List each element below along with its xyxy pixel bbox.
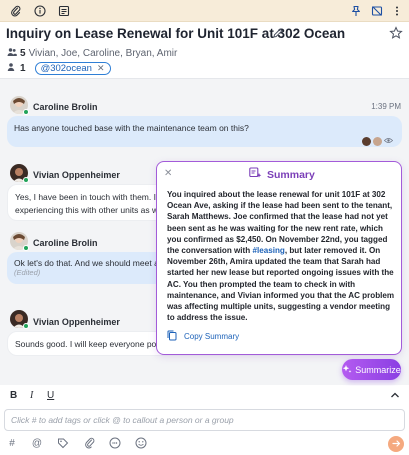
users-icon — [7, 47, 17, 60]
user-icon — [7, 62, 17, 75]
summary-popover: ✕ Summary You inquired about the lease r… — [156, 161, 402, 355]
composer-actions: # @ — [0, 433, 409, 455]
read-receipts[interactable] — [362, 134, 394, 148]
formatting-toolbar: B I U — [0, 386, 409, 408]
close-icon[interactable]: ✕ — [164, 168, 172, 179]
eye-icon — [383, 134, 394, 148]
participants-count: 5 — [20, 47, 26, 59]
participants-list: Vivian, Joe, Caroline, Bryan, Amir — [28, 47, 178, 59]
bold-button[interactable]: B — [10, 390, 17, 401]
remove-tag-icon[interactable]: ✕ — [97, 63, 105, 74]
avatar — [362, 136, 371, 146]
more-icon[interactable] — [389, 3, 405, 19]
online-status-dot — [23, 109, 29, 115]
message-author[interactable]: Caroline Brolin — [33, 238, 98, 248]
message-bubble: Has anyone touched base with the mainten… — [7, 116, 402, 147]
message-time: 1:39 PM — [371, 102, 401, 111]
at-icon[interactable]: @ — [31, 437, 43, 449]
underline-button[interactable]: U — [47, 390, 54, 401]
tags-row: 1 @302ocean ✕ — [7, 61, 111, 75]
summary-text: You inquired about the lease renewal for… — [167, 189, 395, 323]
italic-button[interactable]: I — [30, 390, 33, 401]
thread-header: Inquiry on Lease Renewal for Unit 101F a… — [0, 22, 409, 44]
sparkle-icon — [342, 364, 352, 376]
online-status-dot — [23, 177, 29, 183]
summary-text-part: , but later removed it. On November 26th… — [167, 246, 395, 323]
message-composer[interactable] — [4, 409, 405, 431]
message-author[interactable]: Vivian Oppenheimer — [33, 317, 120, 327]
online-status-dot — [23, 245, 29, 251]
summary-title: Summary — [267, 168, 315, 181]
avatar — [373, 136, 382, 146]
summarize-label: Summarize — [355, 364, 401, 375]
hashtag-link[interactable]: #leasing — [252, 246, 284, 255]
tag-chip[interactable]: @302ocean ✕ — [34, 61, 111, 75]
copy-summary-button[interactable]: Copy Summary — [167, 330, 239, 343]
summary-header: Summary — [249, 167, 315, 182]
sparkle-icon — [249, 167, 262, 182]
message-author[interactable]: Vivian Oppenheimer — [33, 170, 120, 180]
pin-icon[interactable] — [348, 3, 364, 19]
info-icon[interactable] — [32, 3, 48, 19]
star-icon[interactable] — [389, 26, 403, 40]
send-icon — [391, 437, 401, 451]
send-button[interactable] — [388, 436, 404, 452]
copy-icon — [167, 330, 177, 343]
archive-icon[interactable] — [56, 3, 72, 19]
message-text: Has anyone touched base with the mainten… — [14, 123, 249, 133]
hash-icon[interactable]: # — [6, 437, 18, 449]
emoji-icon[interactable] — [135, 437, 147, 449]
chevron-up-icon[interactable] — [390, 391, 400, 402]
message-author[interactable]: Caroline Brolin — [33, 102, 98, 112]
participants-row[interactable]: 5 Vivian, Joe, Caroline, Bryan, Amir — [7, 46, 177, 60]
thread-title: Inquiry on Lease Renewal for Unit 101F a… — [6, 26, 346, 41]
online-status-dot — [23, 323, 29, 329]
gif-icon[interactable] — [109, 437, 121, 449]
summarize-button[interactable]: Summarize — [342, 359, 401, 380]
tags-count: 1 — [20, 62, 26, 74]
pencil-icon[interactable] — [272, 27, 284, 39]
attach-icon[interactable] — [84, 437, 96, 449]
message-text: Sounds good. I will keep everyone post — [15, 339, 163, 349]
tag-label: @302ocean — [40, 62, 92, 74]
mute-icon[interactable] — [369, 3, 385, 19]
copy-summary-label: Copy Summary — [184, 332, 240, 341]
top-toolbar — [0, 0, 409, 22]
tag-icon[interactable] — [57, 437, 69, 449]
paperclip-icon[interactable] — [8, 3, 24, 19]
message-input[interactable] — [5, 410, 404, 430]
